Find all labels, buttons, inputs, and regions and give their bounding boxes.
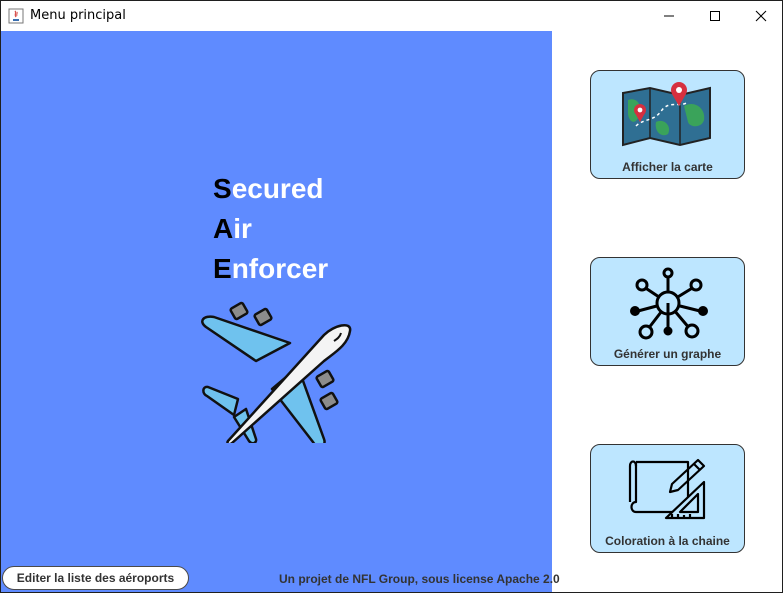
blueprint-icon [628, 458, 705, 520]
minimize-button[interactable] [646, 1, 692, 31]
airplane-icon [201, 301, 352, 443]
edit-airports-label: Editer la liste des aéroports [16, 571, 175, 585]
close-icon [755, 10, 767, 22]
minimize-icon [664, 15, 674, 17]
footer-credits: Un projet de NFL Group, sous license Apa… [279, 572, 560, 586]
chain-coloring-button[interactable]: Coloration à la chaine [590, 444, 745, 553]
title-bar: Menu principal [1, 1, 782, 31]
chain-coloring-label: Coloration à la chaine [605, 534, 730, 548]
maximize-icon [710, 11, 720, 21]
close-button[interactable] [738, 1, 782, 31]
generate-graph-button[interactable]: Générer un graphe [590, 257, 745, 366]
main-window: Menu principal Secured Air Enforcer Edit… [0, 0, 783, 593]
brand-line-air: Air [213, 213, 252, 244]
maximize-button[interactable] [692, 1, 738, 31]
brand-line-secured: Secured [213, 173, 324, 204]
show-map-label: Afficher la carte [622, 160, 713, 174]
brand-line-enforcer: Enforcer [213, 253, 329, 284]
map-icon [621, 82, 711, 147]
window-title: Menu principal [30, 8, 126, 23]
brand-panel: Secured Air Enforcer Editer la liste des… [1, 31, 560, 592]
edit-airports-button[interactable]: Editer la liste des aéroports [2, 566, 189, 590]
generate-graph-label: Générer un graphe [613, 347, 722, 361]
java-app-icon [8, 8, 24, 24]
show-map-button[interactable]: Afficher la carte [590, 70, 745, 179]
graph-icon [629, 267, 708, 340]
brand-title: Secured Air Enforcer [213, 169, 328, 289]
